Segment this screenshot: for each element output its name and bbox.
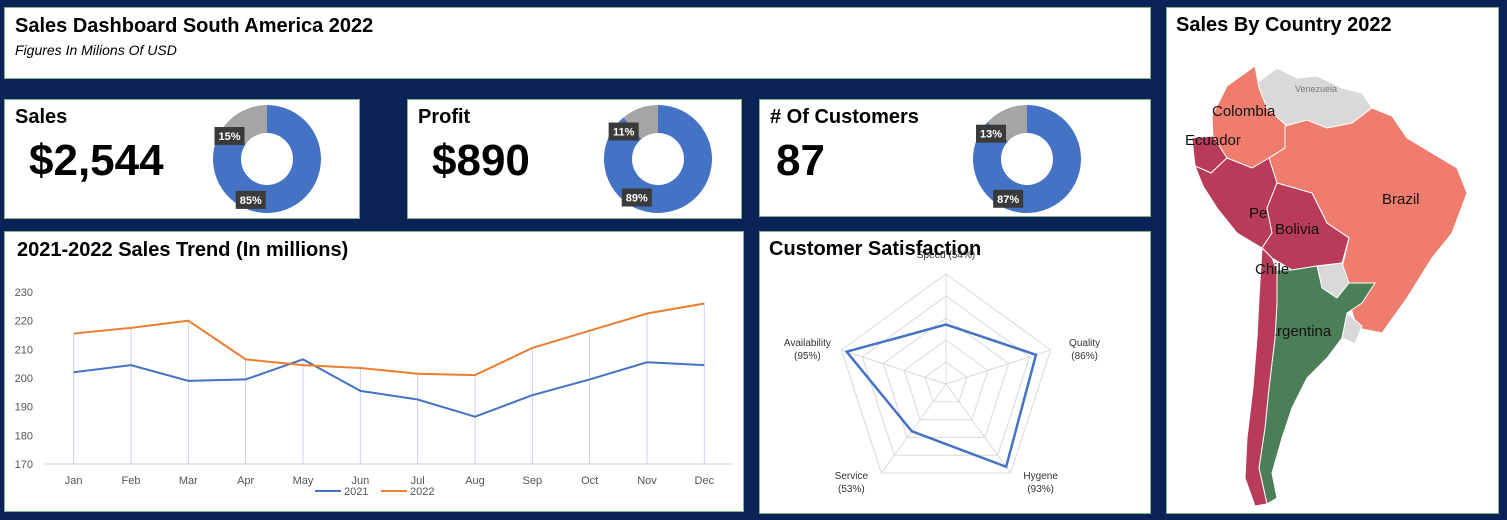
radar-spoke — [841, 349, 947, 385]
radar-axis-label: Speed (54%) — [917, 250, 975, 261]
x-tick-label: Jan — [65, 475, 83, 487]
y-tick-label: 230 — [15, 287, 33, 299]
series-line-2022 — [73, 302, 705, 377]
svg-text:15%: 15% — [218, 131, 240, 143]
radar-axis-pct: (93%) — [1027, 484, 1054, 495]
donut-label-rest: 13% — [975, 124, 1006, 143]
map-label-venezuela: Venezuela — [1295, 84, 1337, 94]
donut-label-main: 87% — [993, 189, 1024, 208]
trend-panel: 2021-2022 Sales Trend (In millions) 170 1… — [4, 231, 744, 512]
radar-axis-label: Hygene — [1023, 471, 1058, 482]
kpi-title: Profit — [418, 106, 471, 128]
legend-label: 2022 — [410, 486, 434, 498]
kpi-panel-customers: # Of Customers 87 87% 13% — [759, 99, 1151, 217]
radar-spoke — [945, 383, 1012, 474]
radar-spoke — [880, 383, 947, 474]
y-tick-label: 200 — [15, 373, 33, 385]
map-label-ecuador: Ecuador — [1185, 132, 1241, 149]
x-tick-label: Apr — [237, 475, 254, 487]
donut-chart-profit: 89% 11% — [604, 105, 712, 213]
map-label-chile: Chile — [1255, 261, 1289, 278]
map-region-peru — [1194, 157, 1278, 249]
x-tick-label: Mar — [179, 475, 198, 487]
donut-chart-customers: 87% 13% — [973, 105, 1081, 213]
donut-label-rest: 11% — [608, 122, 639, 141]
x-tick-label: Sep — [523, 475, 543, 487]
dashboard-title: Sales Dashboard South America 2022 — [15, 15, 374, 37]
radar-axis-label: Availability — [784, 338, 831, 349]
radar-axis-pct: (86%) — [1071, 351, 1098, 362]
map-label-bolivia: Bolivia — [1275, 221, 1320, 238]
series-line-2021 — [73, 358, 705, 418]
kpi-panel-sales: Sales $2,544 85% 15% — [4, 99, 360, 219]
map-label-brazil: Brazil — [1382, 191, 1420, 208]
radar-axis-label: Quality — [1069, 338, 1100, 349]
svg-text:89%: 89% — [626, 193, 648, 205]
x-tick-label: Oct — [581, 475, 598, 487]
y-tick-label: 190 — [15, 402, 33, 414]
svg-text:13%: 13% — [980, 129, 1002, 141]
y-tick-label: 170 — [15, 459, 33, 471]
donut-label-main: 85% — [235, 190, 266, 209]
line-chart-sales-trend: 170180190200210220230Jan Feb Mar Apr May Jun J… — [15, 287, 733, 498]
kpi-value: $2,544 — [29, 136, 164, 185]
x-tick-label: Nov — [637, 475, 657, 487]
radar-axis-pct: (53%) — [838, 484, 865, 495]
map-label-argentina: Argentina — [1267, 323, 1332, 340]
x-tick-label: May — [293, 475, 314, 487]
kpi-panel-profit: Profit $890 89% 11% — [407, 99, 742, 219]
map-label-colombia: Colombia — [1212, 103, 1276, 120]
kpi-title: Sales — [15, 106, 68, 128]
y-tick-label: 210 — [15, 344, 33, 356]
svg-text:11%: 11% — [613, 126, 635, 138]
svg-text:85%: 85% — [240, 195, 262, 207]
donut-label-rest: 15% — [214, 127, 245, 146]
satisfaction-panel: Customer Satisfaction Speed (54%) Quality… — [759, 231, 1151, 514]
donut-label-main: 89% — [621, 188, 652, 207]
map-panel: Sales By Country 2022 Venezuela Colombia… — [1166, 7, 1499, 514]
x-tick-label: Dec — [695, 475, 715, 487]
map-south-america: Venezuela Colombia Ecuador Brazil Peru B… — [1185, 65, 1468, 507]
radar-chart-satisfaction: Speed (54%) Quality (86%) Hygene (93%) Servic… — [784, 250, 1100, 495]
radar-axis-pct: (95%) — [794, 351, 821, 362]
x-tick-label: Feb — [122, 475, 141, 487]
y-tick-label: 180 — [15, 430, 33, 442]
radar-axis-label: Service — [835, 471, 869, 482]
x-tick-label: Aug — [465, 475, 485, 487]
y-tick-label: 220 — [15, 316, 33, 328]
svg-text:87%: 87% — [997, 194, 1019, 206]
kpi-value: 87 — [776, 136, 825, 185]
header-panel: Sales Dashboard South America 2022 Figur… — [4, 7, 1151, 79]
legend-label: 2021 — [344, 486, 368, 498]
dashboard-subtitle: Figures In Milions Of USD — [15, 42, 177, 58]
donut-chart-sales: 85% 15% — [212, 105, 321, 213]
kpi-value: $890 — [432, 136, 530, 185]
kpi-title: # Of Customers — [770, 106, 919, 128]
